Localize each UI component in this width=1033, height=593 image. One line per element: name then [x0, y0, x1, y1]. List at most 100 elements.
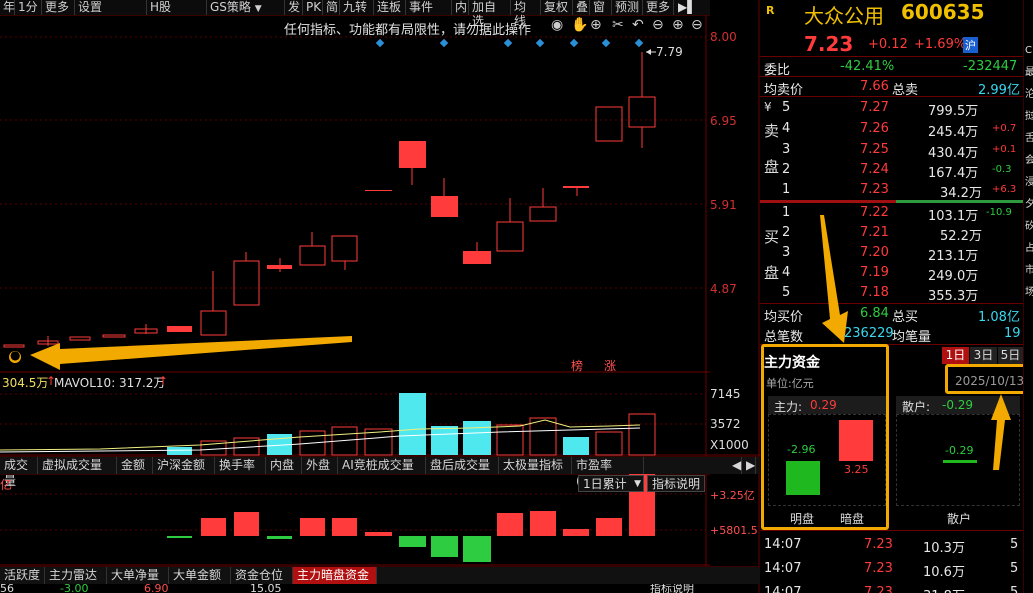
capital-bar	[332, 518, 357, 536]
tab-main-dark-pool[interactable]: 主力暗盘资金	[293, 567, 377, 584]
candle	[167, 326, 192, 332]
status-mid2: 6.90	[144, 584, 169, 593]
capital-bar	[431, 536, 458, 557]
indicator-tab-bar: 成交量 虚拟成交量 金额 沪深金额 换手率 内盘 外盘 AI竞桩成交量 盘后成交…	[0, 456, 760, 488]
tab-outer-vol[interactable]: 外盘	[302, 457, 338, 474]
tab-big-net[interactable]: 大单净量	[107, 567, 169, 584]
tab-inner-vol[interactable]: 内盘	[266, 457, 302, 474]
candle	[563, 186, 589, 188]
tab-volume[interactable]: 成交量	[0, 457, 38, 488]
retail-label: 散户:	[902, 400, 931, 414]
retail-value: -0.29	[942, 398, 974, 412]
sell-level-row[interactable]: 4 7.26 245.4万 +0.7	[760, 120, 1023, 140]
sell-level-row[interactable]: 2 7.24 167.4万 -0.3	[760, 161, 1023, 181]
capital-bar	[365, 532, 392, 536]
capital-bar	[497, 513, 523, 536]
candle	[69, 336, 91, 341]
volume-bar	[563, 437, 589, 455]
sell-level-row[interactable]: 5 7.27 799.5万	[760, 99, 1023, 119]
capital-bar	[399, 536, 426, 547]
price-change-pct: +1.69%	[914, 37, 967, 52]
period-3d-tab[interactable]: 3日	[970, 347, 997, 364]
capital-bar	[596, 518, 622, 536]
status-explain[interactable]: 指标说明	[650, 584, 694, 593]
tab-turnover[interactable]: 换手率	[215, 457, 266, 474]
candle	[431, 196, 458, 217]
stock-code: 600635	[901, 0, 985, 24]
bottom-tab-bar: 活跃度 主力雷达 大单净量 大单金额 资金仓位 主力暗盘资金	[0, 566, 760, 584]
avg-sell-row: 均卖价 7.66 总卖 2.99亿	[760, 78, 1023, 98]
zhang-mark[interactable]: 涨	[604, 357, 616, 374]
bottom-status: 56 -3.00 6.90 15.05 指标说明	[0, 584, 706, 593]
volume-bar	[431, 426, 458, 455]
tab-hs-amount[interactable]: 沪深金额	[153, 457, 215, 474]
price-change: +0.12	[868, 37, 908, 52]
drop-icon[interactable]: ●	[10, 348, 20, 362]
capital-bar	[563, 529, 589, 536]
sell-level-row[interactable]: 3 7.25 430.4万 +0.1	[760, 141, 1023, 161]
explain-button[interactable]: 指标说明	[647, 475, 705, 492]
vol-value: 304.5万	[2, 376, 49, 390]
vol-axis-label: X1000	[710, 438, 749, 452]
tab-after-hours-volume[interactable]: 盘后成交量	[426, 457, 499, 474]
sell-level-row[interactable]: 1 7.23 34.2万 +6.3	[760, 181, 1023, 201]
candle	[399, 141, 426, 168]
tab-activity[interactable]: 活跃度	[0, 567, 45, 584]
vol-axis-label: 7145	[710, 387, 741, 401]
annotation-arrow-up	[991, 394, 1011, 470]
weibi-value: -232447	[963, 59, 1018, 74]
tick-row: 14:07 7.23 10.3万 5	[764, 537, 1019, 556]
bang-mark[interactable]: 榜	[571, 357, 583, 374]
scroll-right-icon[interactable]: ▶	[742, 457, 756, 474]
volume-bar	[399, 393, 426, 455]
candle	[3, 344, 25, 348]
tab-big-amount[interactable]: 大单金额	[169, 567, 231, 584]
status-left: 56	[0, 584, 14, 593]
avg-sell-value: 7.66	[860, 79, 889, 94]
capital-highlight-box	[761, 344, 889, 530]
candle	[628, 96, 656, 128]
annotation-arrow-down	[820, 215, 848, 343]
scroll-left-icon[interactable]: ◀	[728, 457, 742, 474]
period-1d-tab[interactable]: 1日	[942, 347, 969, 364]
lower-axis-label: +5801.5	[710, 524, 758, 537]
buy-strength-bar	[896, 200, 1023, 203]
volume-bar	[463, 421, 491, 455]
tab-ai-volume[interactable]: AI竞桩成交量	[338, 457, 426, 474]
date-highlight-box	[945, 364, 1028, 394]
tab-pe-ttm[interactable]: 市盈率(ttm)	[572, 457, 644, 488]
tick-row: 14:07 7.23 31.8万 5	[764, 585, 1019, 593]
tab-amount[interactable]: 金额	[117, 457, 153, 474]
period-select-value: 1日累计	[583, 477, 627, 491]
volume-bar	[628, 413, 656, 456]
weibi-pct: -42.41%	[840, 59, 895, 74]
mavol-line-2	[0, 427, 641, 453]
tab-taiji-volume[interactable]: 太极量指标	[499, 457, 572, 474]
price-axis-label: 8.00	[710, 30, 737, 44]
up-arrow-icon: ↑	[158, 374, 169, 388]
capital-bar	[530, 511, 556, 536]
retail-name: 散户	[947, 512, 972, 526]
candle	[496, 221, 524, 252]
volume-bar	[496, 424, 524, 456]
period-select[interactable]: 1日累计 ▼	[578, 475, 644, 492]
stock-name: 大众公用	[804, 4, 884, 28]
kline-chart	[0, 0, 760, 593]
market-badge: 沪	[963, 37, 978, 53]
volume-bar	[529, 417, 557, 456]
current-price: 7.23	[804, 32, 854, 56]
tab-main-radar[interactable]: 主力雷达	[45, 567, 107, 584]
mavol-value: MAVOL10: 317.2万	[54, 376, 166, 390]
vol-axis-label: 3572	[710, 417, 741, 431]
tab-fund-position[interactable]: 资金仓位	[231, 567, 293, 584]
period-5d-tab[interactable]: 5日	[998, 347, 1023, 364]
capital-bar	[300, 518, 325, 536]
retail-bar-value: -0.29	[945, 444, 974, 457]
tab-virtual-volume[interactable]: 虚拟成交量	[38, 457, 117, 474]
candle	[233, 260, 260, 306]
weibi-row: 委比 -42.41% -232447	[760, 58, 1023, 78]
volume-bar	[595, 431, 623, 456]
capital-bar	[463, 536, 491, 562]
candle	[331, 235, 358, 262]
price-axis-label: 4.87	[710, 282, 737, 296]
